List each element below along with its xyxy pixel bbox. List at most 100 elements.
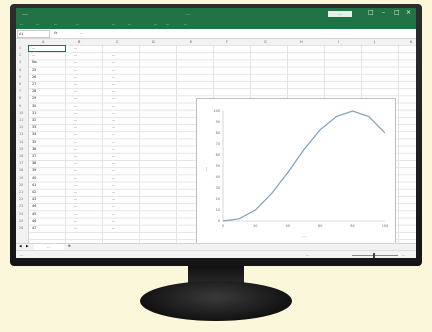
cell-a[interactable]: 36 [32,147,36,151]
table-row[interactable]: 25 46…… [16,218,136,225]
column-header[interactable]: D [152,40,155,44]
cell-a[interactable]: 30 [32,104,36,108]
ribbon-tab[interactable]: … [184,22,188,26]
cell-a[interactable]: 33 [32,125,36,129]
table-row[interactable]: 15 36…… [16,146,136,153]
cell-a[interactable]: 28 [32,89,36,93]
row-number[interactable]: 14 [19,140,23,144]
table-row[interactable]: 11 32…… [16,117,136,124]
cell-b[interactable]: … [74,75,77,79]
cell-a[interactable]: 35 [32,140,36,144]
cell-c[interactable]: … [112,154,115,158]
quick-access-toolbar[interactable]: … [22,10,28,17]
cell-a[interactable]: 47 [32,226,36,230]
line-chart[interactable]: 0 10 20 30 40 50 60 70 80 90 100 0 20 40 60 80 100 … … [197,99,395,245]
table-row[interactable]: 16 37…… [16,153,136,160]
column-header[interactable]: B [78,40,80,44]
cell-b[interactable]: … [74,226,77,230]
row-number[interactable]: 5 [19,75,21,79]
cell-c[interactable]: … [112,75,115,79]
cell-c[interactable]: … [112,96,115,100]
cell-c[interactable]: … [112,226,115,230]
cell-b[interactable]: … [74,212,77,216]
row-number[interactable]: 4 [19,68,21,72]
column-header[interactable]: I [338,40,339,44]
row-number[interactable]: 12 [19,125,23,129]
table-row[interactable]: 5 26 … … [16,74,136,81]
cell-c[interactable]: … [112,53,115,57]
cell-b[interactable]: … [74,161,77,165]
cell-b[interactable]: … [74,197,77,201]
row-number[interactable]: 21 [19,190,23,194]
column-header[interactable]: G [264,40,267,44]
chart-area[interactable]: 0 10 20 30 40 50 60 70 80 90 100 0 20 40 60 80 100 … … [196,98,396,246]
cell-b[interactable]: … [74,183,77,187]
maximize-icon[interactable]: □ [394,9,400,16]
row-number[interactable]: 10 [19,111,23,115]
ribbon-tab[interactable]: … [128,22,132,26]
row-number[interactable]: 25 [19,219,23,223]
row-number[interactable]: 7 [19,89,21,93]
cell-c[interactable]: … [112,147,115,151]
cell-b[interactable]: … [74,125,77,129]
formula-input[interactable]: … [80,31,84,35]
fx-icon[interactable]: fx [54,31,57,35]
ribbon-tab[interactable]: … [166,22,170,26]
ribbon-tab[interactable]: … [76,22,80,26]
cell-b[interactable]: … [74,53,77,57]
table-row[interactable]: 3 No.…… [16,59,136,66]
row-number[interactable]: 13 [19,132,23,136]
cell-c[interactable]: … [112,140,115,144]
column-header[interactable]: K [410,40,412,44]
cell-a[interactable]: 27 [32,82,36,86]
cell-c[interactable]: … [112,132,115,136]
cell-c[interactable]: … [112,68,115,72]
zoom-level[interactable]: … [402,253,405,257]
table-row[interactable]: 21 42…… [16,189,136,196]
ribbon-tab[interactable]: … [112,22,116,26]
cell-b[interactable]: … [74,104,77,108]
table-row[interactable]: 18 39…… [16,167,136,174]
cell-a[interactable]: 37 [32,154,36,158]
cell-b[interactable]: … [74,60,77,64]
cell-b[interactable]: … [74,89,77,93]
row-number[interactable]: 22 [19,197,23,201]
column-header[interactable]: F [226,40,228,44]
table-row[interactable]: 17 38…… [16,160,136,167]
cell-b[interactable]: … [74,190,77,194]
ribbon-tab[interactable]: … [154,22,158,26]
cell-c[interactable]: … [112,212,115,216]
ribbon-tab[interactable]: … [54,22,58,26]
row-number[interactable]: 20 [19,183,23,187]
cell-b[interactable]: … [74,140,77,144]
cell-c[interactable]: … [112,104,115,108]
row-number[interactable]: 1 [19,46,21,50]
cell-b[interactable]: … [74,68,77,72]
cell-b[interactable]: … [74,132,77,136]
column-header[interactable]: A [42,40,44,44]
cell-c[interactable]: … [112,125,115,129]
cell-c[interactable]: … [112,183,115,187]
table-row[interactable]: 19 40…… [16,175,136,182]
column-header[interactable]: E [190,40,192,44]
cell-a[interactable]: 26 [32,75,36,79]
table-row[interactable]: 10 31…… [16,110,136,117]
cell-a[interactable]: 40 [32,176,36,180]
cell-a[interactable]: 34 [32,132,36,136]
cell-a[interactable]: 29 [32,96,36,100]
table-row[interactable]: 12 33 … … [16,124,136,131]
cell-a[interactable]: 31 [32,111,36,115]
cell-c[interactable]: … [112,89,115,93]
cell-c[interactable]: … [112,161,115,165]
column-header[interactable]: H [300,40,303,44]
row-number[interactable]: 3 [19,60,21,64]
cell-b[interactable]: … [74,111,77,115]
name-box[interactable]: A1 [17,30,50,38]
cell-c[interactable]: … [112,219,115,223]
zoom-slider-knob[interactable] [373,253,375,258]
row-number[interactable]: 26 [19,226,23,230]
cell-b[interactable]: … [74,82,77,86]
row-number[interactable]: 19 [19,176,23,180]
row-number[interactable]: 24 [19,212,23,216]
cell-b[interactable]: … [74,204,77,208]
